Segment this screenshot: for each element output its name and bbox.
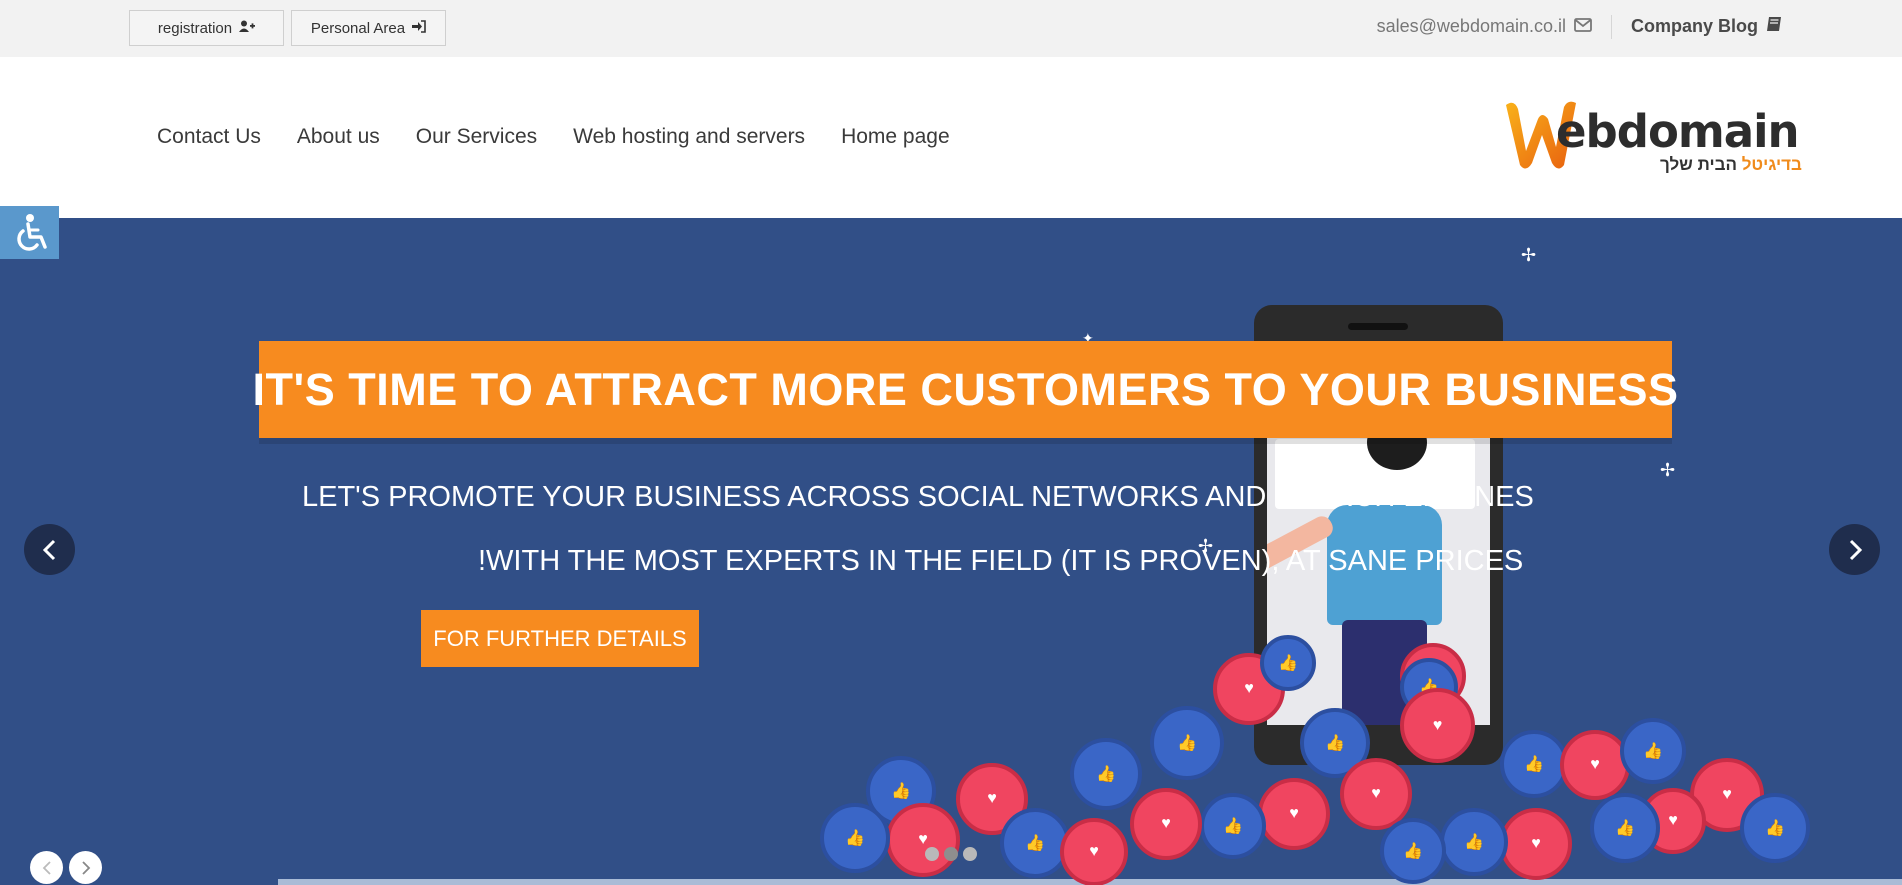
top-bar: registration Personal Area sales@webdoma… <box>0 0 1902 57</box>
slider-progress-bar <box>278 879 1902 885</box>
company-blog-label: Company Blog <box>1630 16 1758 36</box>
further-details-button[interactable]: FOR FURTHER DETAILS <box>421 610 699 667</box>
nav-item-our-services[interactable]: Our Services <box>416 125 537 149</box>
sign-in-icon <box>412 20 426 36</box>
main-nav: Contact Us About us Our Services Web hos… <box>157 125 950 149</box>
thumbs-up-icon: 👍 <box>1200 793 1266 859</box>
thumbs-up-icon: 👍 <box>1150 706 1224 780</box>
slider-dot[interactable] <box>963 847 977 861</box>
contact-email-link[interactable]: sales@webdomain.co.il <box>1377 16 1592 37</box>
slider-prev-button[interactable] <box>24 524 75 575</box>
heart-icon: ♥ <box>1258 778 1330 850</box>
personal-area-label: Personal Area <box>310 19 406 37</box>
chevron-right-icon <box>81 860 90 875</box>
mini-prev-button[interactable] <box>30 851 63 884</box>
nav-item-contact-us[interactable]: Contact Us <box>157 125 261 149</box>
site-header: Contact Us About us Our Services Web hos… <box>0 57 1902 218</box>
thumbs-up-icon: 👍 <box>866 756 936 826</box>
envelope-icon <box>1574 16 1592 37</box>
chevron-left-icon <box>42 860 51 875</box>
thumbs-up-icon: 👍 <box>1380 818 1446 884</box>
thumbs-up-icon: 👍 <box>1070 738 1142 810</box>
thumbs-up-icon: 👍 <box>1620 718 1686 784</box>
mini-next-button[interactable] <box>69 851 102 884</box>
registration-button[interactable]: registration <box>129 10 284 46</box>
registration-label: registration <box>157 19 233 37</box>
heart-icon: ♥ <box>1640 788 1706 854</box>
thumbs-up-icon: 👍 <box>1000 808 1070 878</box>
logo-tagline: בדיגיטל הבית שלך <box>1660 155 1802 175</box>
company-blog-link[interactable]: Company Blog <box>1631 16 1782 37</box>
thumbs-up-icon: 👍 <box>1590 793 1660 863</box>
sparkle-icon: ✢ <box>1521 245 1537 265</box>
logo-tagline-orange: בדיגיטל <box>1741 155 1802 174</box>
slider-dot[interactable] <box>925 847 939 861</box>
user-plus-icon <box>239 20 256 36</box>
slider-next-button[interactable] <box>1829 524 1880 575</box>
thumbs-up-icon: 👍 <box>1500 730 1568 798</box>
heart-icon: ♥ <box>956 763 1028 835</box>
heart-icon: ♥ <box>886 803 960 877</box>
hero-subtitle-line-1: LET'S PROMOTE YOUR BUSINESS ACROSS SOCIA… <box>302 481 1534 513</box>
topbar-divider <box>1611 15 1612 39</box>
hero-headline: IT'S TIME TO ATTRACT MORE CUSTOMERS TO Y… <box>252 363 1679 415</box>
hero-headline-banner: IT'S TIME TO ATTRACT MORE CUSTOMERS TO Y… <box>253 341 1678 438</box>
chevron-right-icon <box>1849 539 1862 560</box>
heart-icon: ♥ <box>1560 730 1630 800</box>
wheelchair-icon <box>16 213 47 251</box>
heart-icon: ♥ <box>1060 818 1128 885</box>
hero-slider: ✢ ✢ ✦ ✢ ♥ 👍 ♥ 👍 👍 ♥ 👍 👍 ♥ 👍 ♥ 👍 ♥ 👍 ♥ 👍 … <box>0 218 1902 885</box>
heart-icon: ♥ <box>1690 758 1764 832</box>
book-icon <box>1766 16 1782 37</box>
thumbs-up-icon: 👍 <box>1440 808 1508 876</box>
slider-dot-active[interactable] <box>944 847 958 861</box>
nav-item-about-us[interactable]: About us <box>297 125 380 149</box>
sparkle-icon: ✢ <box>1660 460 1676 480</box>
heart-icon: ♥ <box>1340 758 1412 830</box>
nav-item-web-hosting[interactable]: Web hosting and servers <box>573 125 805 149</box>
chevron-left-icon <box>42 539 55 560</box>
webdomain-logo[interactable]: ebdomain בדיגיטל הבית שלך <box>1500 95 1802 185</box>
logo-tagline-dark: הבית שלך <box>1660 155 1737 174</box>
heart-icon: ♥ <box>1500 808 1572 880</box>
logo-wordmark: ebdomain <box>1556 105 1800 158</box>
person-legs <box>1342 620 1427 725</box>
hero-subtitle-line-2: !WITH THE MOST EXPERTS IN THE FIELD (IT … <box>478 545 1524 577</box>
phone-speaker <box>1348 323 1408 330</box>
contact-email: sales@webdomain.co.il <box>1376 16 1566 36</box>
personal-area-button[interactable]: Personal Area <box>291 10 446 46</box>
thumbs-up-icon: 👍 <box>820 803 890 873</box>
accessibility-button[interactable] <box>0 206 59 259</box>
slider-pagination <box>925 847 977 861</box>
nav-item-home-page[interactable]: Home page <box>841 125 950 149</box>
thumbs-up-icon: 👍 <box>1740 793 1810 863</box>
heart-icon: ♥ <box>1130 788 1202 860</box>
